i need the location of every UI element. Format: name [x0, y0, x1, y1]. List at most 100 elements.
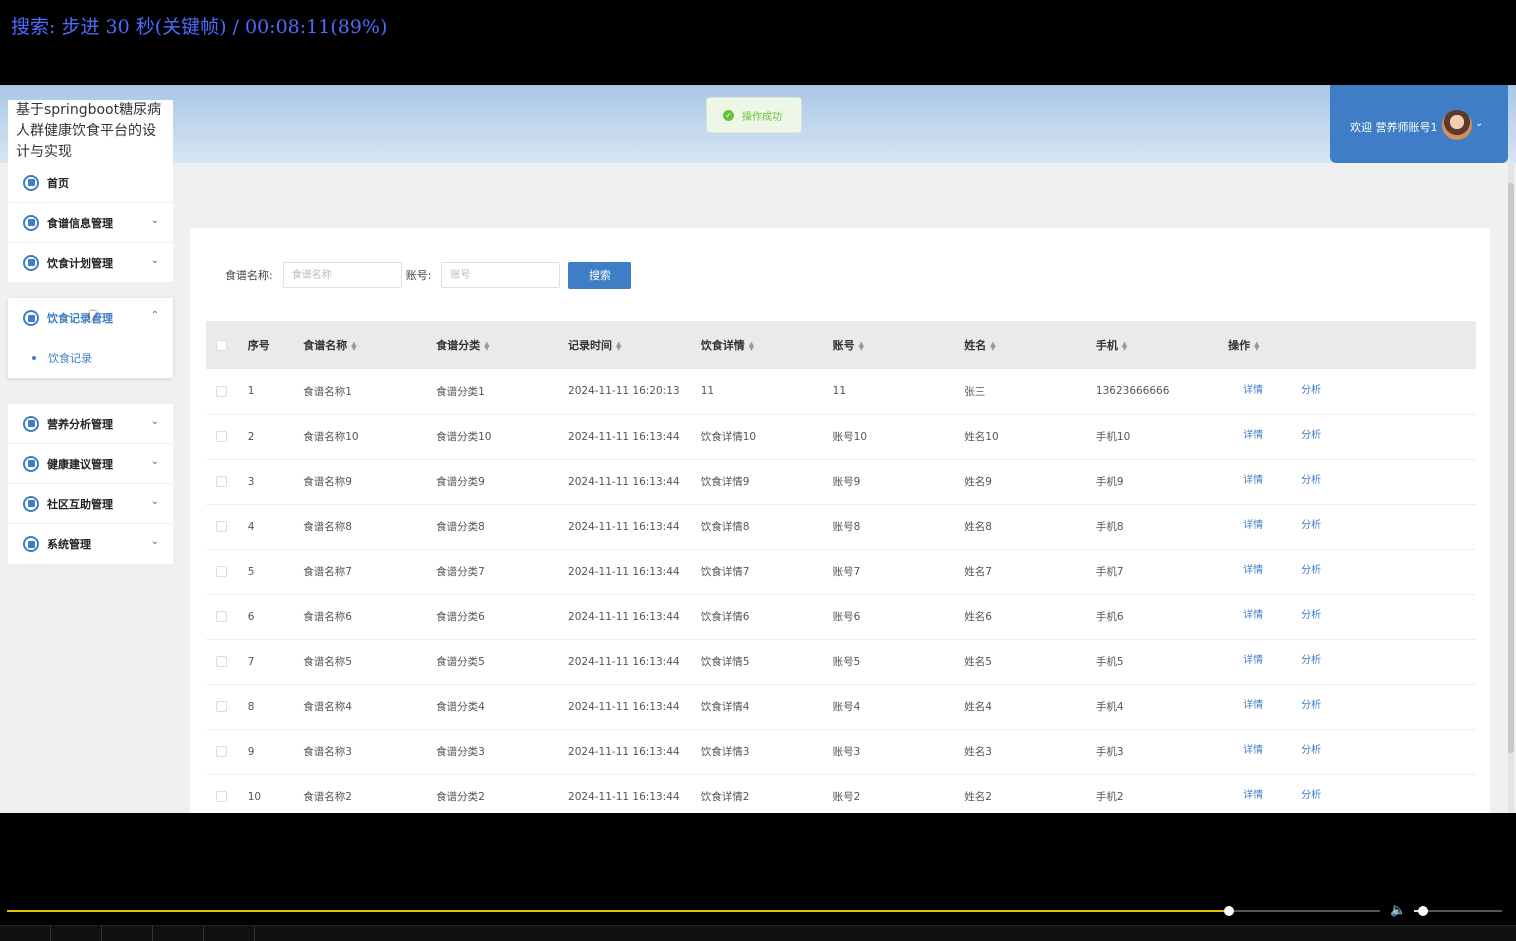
analyze-link[interactable]: 分析	[1301, 426, 1321, 441]
advice-icon	[23, 455, 39, 472]
detail-link[interactable]: 详情	[1243, 471, 1263, 486]
column-header-actions[interactable]: 操作 ▲ ▼	[1228, 321, 1476, 369]
column-header-phone[interactable]: 手机 ▲ ▼	[1096, 321, 1228, 369]
search-bar: 食谱名称: 账号: 搜索	[225, 261, 632, 289]
table-row[interactable]: 3 食谱名称9 食谱分类9 2024-11-11 16:13:44 饮食详情9 账号9 姓名…	[206, 459, 1476, 504]
table-row[interactable]: 4 食谱名称8 食谱分类8 2024-11-11 16:13:44 饮食详情8 账号8 姓名…	[206, 504, 1476, 549]
sort-icon: ▲ ▼	[1254, 340, 1260, 352]
seek-bar[interactable]	[7, 906, 1380, 916]
search-button[interactable]: 搜索	[568, 261, 632, 289]
table-row[interactable]: 10 食谱名称2 食谱分类2 2024-11-11 16:13:44 饮食详情2 账号2 姓…	[206, 774, 1476, 813]
volume-icon[interactable]: 🔈	[1390, 903, 1408, 919]
volume-handle[interactable]	[1417, 906, 1428, 916]
taskbar-slot[interactable]	[51, 926, 102, 941]
detail-link[interactable]: 详情	[1243, 696, 1263, 711]
sidebar-subitem-diet-record[interactable]: 饮食记录	[8, 338, 173, 378]
column-header-category[interactable]: 食谱分类 ▲ ▼	[436, 321, 568, 369]
avatar[interactable]	[1442, 110, 1472, 140]
row-phone: 手机5	[1095, 656, 1124, 668]
sidebar-item-advice[interactable]: 健康建议管理 ⌄	[8, 444, 173, 484]
column-header-time[interactable]: 记录时间 ▲ ▼	[568, 321, 701, 369]
row-no: 7	[247, 655, 255, 668]
analyze-link[interactable]: 分析	[1301, 561, 1321, 576]
table-row[interactable]: 9 食谱名称3 食谱分类3 2024-11-11 16:13:44 饮食详情3 账号3 姓名…	[206, 729, 1476, 774]
analyze-link[interactable]: 分析	[1301, 606, 1321, 621]
bullet-icon	[32, 356, 36, 360]
table-row[interactable]: 8 食谱名称4 食谱分类4 2024-11-11 16:13:44 饮食详情4 账号4 姓名…	[206, 684, 1476, 729]
mouse-cursor-icon	[90, 311, 97, 323]
analyze-link[interactable]: 分析	[1301, 651, 1321, 666]
taskbar-slot[interactable]	[0, 926, 51, 941]
detail-link[interactable]: 详情	[1243, 381, 1263, 396]
scrollbar-thumb[interactable]	[1508, 183, 1514, 753]
home-icon	[23, 174, 39, 191]
row-checkbox[interactable]	[216, 791, 227, 802]
analyze-link[interactable]: 分析	[1301, 786, 1321, 801]
detail-link[interactable]: 详情	[1243, 426, 1263, 441]
row-recipe: 食谱名称9	[303, 476, 352, 488]
detail-link[interactable]: 详情	[1243, 561, 1263, 576]
row-checkbox[interactable]	[216, 746, 227, 757]
row-time: 2024-11-11 16:13:44	[568, 745, 680, 758]
table-row[interactable]: 2 食谱名称10 食谱分类10 2024-11-11 16:13:44 饮食详情10 账号…	[206, 414, 1476, 459]
volume-slider[interactable]	[1414, 906, 1502, 916]
taskbar-slot[interactable]	[153, 926, 204, 941]
detail-link[interactable]: 详情	[1243, 606, 1263, 621]
row-no: 5	[247, 565, 255, 578]
detail-link[interactable]: 详情	[1243, 741, 1263, 756]
table-row[interactable]: 7 食谱名称5 食谱分类5 2024-11-11 16:13:44 饮食详情5 账号5 姓名…	[206, 639, 1476, 684]
sidebar-item-community[interactable]: 社区互助管理 ⌄	[8, 484, 173, 524]
row-checkbox[interactable]	[216, 385, 227, 397]
analyze-link[interactable]: 分析	[1301, 381, 1321, 396]
column-header-recipe[interactable]: 食谱名称 ▲ ▼	[303, 321, 436, 369]
row-time: 2024-11-11 16:13:44	[568, 700, 680, 713]
row-checkbox[interactable]	[216, 701, 227, 712]
seek-handle[interactable]	[1223, 906, 1234, 916]
analyze-link[interactable]: 分析	[1301, 471, 1321, 486]
table-row[interactable]: 1 食谱名称1 食谱分类1 2024-11-11 16:20:13 11 11 张三 1362…	[206, 369, 1476, 414]
recipe-name-input[interactable]	[282, 262, 402, 288]
row-phone: 手机6	[1095, 611, 1124, 623]
detail-link[interactable]: 详情	[1243, 516, 1263, 531]
analyze-link[interactable]: 分析	[1301, 741, 1321, 756]
column-header-account[interactable]: 账号 ▲ ▼	[833, 321, 965, 369]
row-actions: 详情 分析	[1228, 369, 1476, 414]
sidebar-item-analysis[interactable]: 营养分析管理 ⌄	[8, 404, 173, 444]
row-select-cell	[206, 369, 248, 414]
sidebar-item-recipe[interactable]: 食谱信息管理 ⌄	[8, 203, 173, 243]
taskbar-slot[interactable]	[102, 926, 153, 941]
column-header-name[interactable]: 姓名 ▲ ▼	[964, 321, 1096, 369]
analyze-link[interactable]: 分析	[1301, 696, 1321, 711]
row-checkbox[interactable]	[216, 611, 227, 622]
recipe-icon	[23, 214, 39, 231]
table-row[interactable]: 6 食谱名称6 食谱分类6 2024-11-11 16:13:44 饮食详情6 账号6 姓名…	[206, 594, 1476, 639]
column-header-detail[interactable]: 饮食详情 ▲ ▼	[701, 321, 833, 369]
row-select-cell	[206, 774, 248, 813]
table-row[interactable]: 5 食谱名称7 食谱分类7 2024-11-11 16:13:44 饮食详情7 账号7 姓名…	[206, 549, 1476, 594]
sidebar-item-plan[interactable]: 饮食计划管理 ⌄	[8, 243, 173, 283]
row-account: 账号8	[832, 521, 861, 533]
row-checkbox[interactable]	[216, 521, 227, 532]
account-input[interactable]	[441, 262, 561, 288]
row-time: 2024-11-11 16:13:44	[568, 655, 680, 668]
top-header: ✓ 操作成功	[0, 85, 1516, 163]
analysis-icon	[23, 415, 39, 432]
detail-link[interactable]: 详情	[1243, 786, 1263, 801]
sidebar-item-system[interactable]: 系统管理 ⌄	[8, 524, 173, 564]
row-name: 姓名9	[964, 476, 992, 488]
row-name: 姓名7	[964, 566, 992, 578]
row-checkbox[interactable]	[216, 431, 227, 442]
row-no: 8	[247, 700, 255, 713]
row-checkbox[interactable]	[216, 566, 227, 577]
detail-link[interactable]: 详情	[1243, 651, 1263, 666]
taskbar-slot[interactable]	[204, 926, 255, 941]
row-detail: 11	[700, 385, 715, 398]
sidebar-item-home[interactable]: 首页	[8, 163, 173, 203]
analyze-link[interactable]: 分析	[1301, 516, 1321, 531]
row-checkbox[interactable]	[216, 476, 227, 487]
sort-icon: ▲ ▼	[858, 340, 865, 352]
select-all-checkbox[interactable]	[216, 340, 227, 351]
chevron-down-icon[interactable]: ⌄	[1475, 118, 1483, 129]
page-scrollbar[interactable]	[1508, 163, 1514, 813]
row-checkbox[interactable]	[216, 656, 227, 667]
